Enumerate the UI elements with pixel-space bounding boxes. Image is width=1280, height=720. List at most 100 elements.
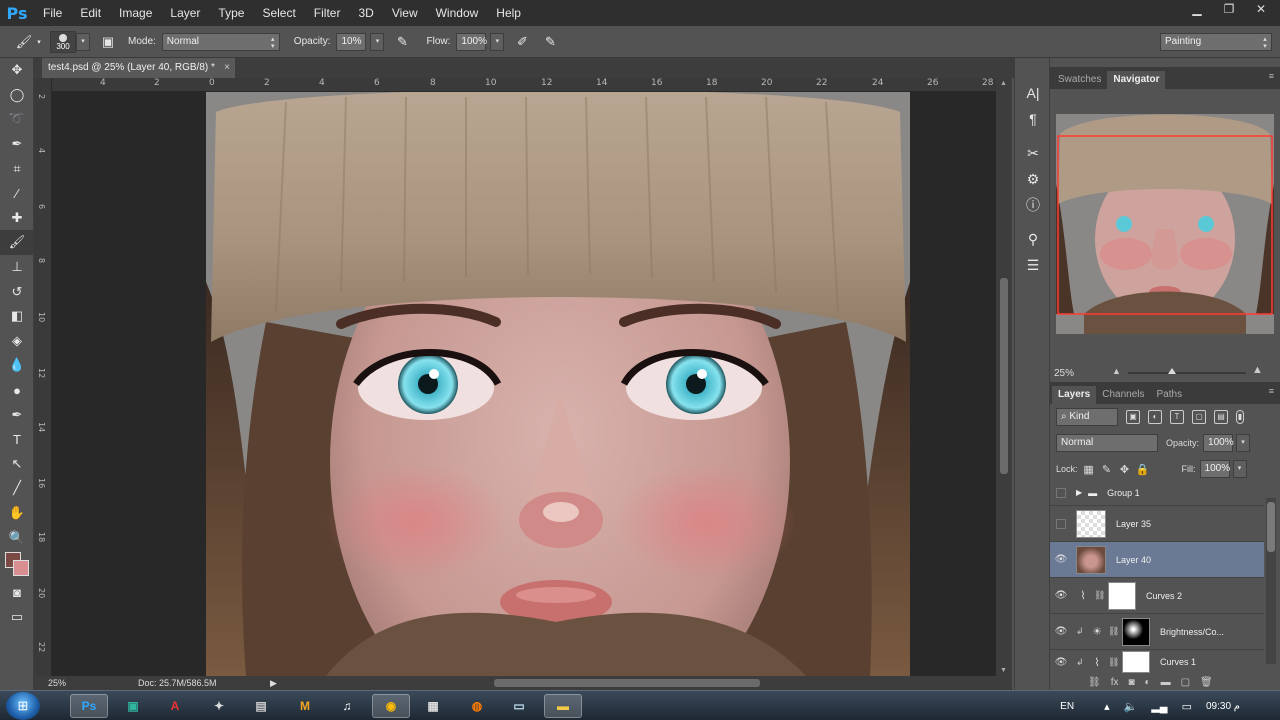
menu-filter[interactable]: Filter <box>305 0 350 26</box>
brush-size-dropdown-icon[interactable]: ▾ <box>76 32 90 51</box>
hand-tool-icon[interactable]: ✋ <box>0 501 34 526</box>
zoom-in-icon[interactable]: ▲ <box>1252 364 1263 376</box>
flow-dropdown-icon[interactable]: ▾ <box>490 32 505 51</box>
layer-opacity-input[interactable]: 100% <box>1203 434 1234 452</box>
type-filter-icon[interactable]: T <box>1170 410 1184 424</box>
clock[interactable]: 09:30 م <box>1206 701 1240 712</box>
history-brush-tool-icon[interactable]: ↺ <box>0 279 34 304</box>
eye-icon[interactable]: 👁 <box>1050 590 1072 601</box>
restore-button[interactable]: ❐ <box>1216 0 1242 18</box>
panel-menu-icon[interactable]: ≡ <box>1269 71 1274 81</box>
lasso-tool-icon[interactable]: ➰ <box>0 107 34 132</box>
taskbar-app-teal-icon[interactable]: ▣ <box>114 694 152 718</box>
pressure-opacity-icon[interactable]: ✎ <box>392 32 412 52</box>
path-selection-tool-icon[interactable]: ↖ <box>0 452 34 477</box>
new-adjustment-icon[interactable]: ◐ <box>1145 677 1151 688</box>
taskbar-app-compass-icon[interactable]: ✦ <box>200 694 238 718</box>
new-layer-icon[interactable]: ▢ <box>1181 677 1190 688</box>
pixel-filter-icon[interactable]: ▣ <box>1126 410 1140 424</box>
link-layers-icon[interactable]: ⛓ <box>1088 677 1101 688</box>
menu-edit[interactable]: Edit <box>71 0 110 26</box>
eye-icon[interactable]: 👁 <box>1050 554 1072 565</box>
start-button[interactable]: ⊞ <box>6 692 40 720</box>
airbrush-icon[interactable]: ✐ <box>512 32 532 52</box>
type-tool-icon[interactable]: T <box>0 427 34 452</box>
taskbar-app-monitor-icon[interactable]: ▭ <box>500 694 538 718</box>
tab-navigator[interactable]: Navigator <box>1107 71 1166 89</box>
navigator-thumbnail[interactable] <box>1056 114 1274 334</box>
visibility-toggle-empty[interactable] <box>1056 518 1066 529</box>
tool-presets-icon[interactable]: ✂ <box>1015 140 1051 166</box>
layers-scrollbar[interactable] <box>1266 498 1276 664</box>
lock-pixels-icon[interactable]: ✎ <box>1100 463 1114 476</box>
menu-layer[interactable]: Layer <box>161 0 209 26</box>
taskbar-firefox-icon[interactable]: ◍ <box>458 694 496 718</box>
taskbar-photoshop[interactable]: Ps <box>70 694 108 718</box>
menu-help[interactable]: Help <box>487 0 530 26</box>
brush-tool-icon[interactable]: 🖌 <box>14 32 34 52</box>
adjustments-panel-icon[interactable]: ☰ <box>1015 252 1051 278</box>
horizontal-ruler[interactable]: 4 2 0 2 4 6 8 10 12 14 16 18 20 22 24 26 28 <box>52 78 996 92</box>
clone-stamp-tool-icon[interactable]: ⊥ <box>0 255 34 280</box>
eyedropper-tool-icon[interactable]: ⁄ <box>0 181 34 206</box>
eraser-tool-icon[interactable]: ◧ <box>0 304 34 329</box>
new-group-icon[interactable]: ▬ <box>1161 677 1171 688</box>
status-menu-arrow-icon[interactable]: ▶ <box>270 678 277 689</box>
flow-input[interactable]: 100% <box>456 32 487 51</box>
document-tab[interactable]: test4.psd @ 25% (Layer 40, RGB/8) * × <box>42 58 235 78</box>
taskbar-explorer-icon[interactable]: ▬ <box>544 694 582 718</box>
menu-view[interactable]: View <box>383 0 427 26</box>
eye-icon[interactable]: 👁 <box>1050 626 1072 637</box>
menu-select[interactable]: Select <box>253 0 304 26</box>
layer-row-curves-1[interactable]: 👁 ↲ ⌇ ⛓ Curves 1 <box>1050 650 1264 674</box>
lock-all-icon[interactable]: 🔒 <box>1136 463 1150 476</box>
tab-paths[interactable]: Paths <box>1151 386 1189 404</box>
close-document-icon[interactable]: × <box>224 58 230 78</box>
layer-row-group-1[interactable]: ▶ ▬ Group 1 <box>1050 480 1264 506</box>
crop-tool-icon[interactable]: ⌗ <box>0 156 34 181</box>
fill-dropdown-icon[interactable]: ▾ <box>1232 460 1247 478</box>
navigator-zoom-slider[interactable] <box>1128 368 1246 374</box>
taskbar-chrome-icon[interactable]: ◉ <box>372 694 410 718</box>
language-indicator[interactable]: EN <box>1060 701 1074 712</box>
canvas-artwork[interactable] <box>206 92 910 676</box>
layer-row-layer-40[interactable]: 👁 Layer 40 <box>1050 542 1264 578</box>
status-zoom[interactable]: 25% <box>34 678 80 688</box>
blend-mode-select[interactable]: Normal <box>1056 434 1158 452</box>
layer-filter-select[interactable]: ⌕ Kind <box>1056 408 1118 426</box>
move-tool-icon[interactable]: ✥ <box>0 58 34 83</box>
layers-panel-menu-icon[interactable]: ≡ <box>1269 386 1274 396</box>
brush-size-picker[interactable]: 300 <box>50 30 76 53</box>
taskbar-app-m[interactable]: M <box>286 694 324 718</box>
taskbar-media-icon[interactable]: ♫ <box>328 694 366 718</box>
close-button[interactable]: ✕ <box>1248 0 1274 18</box>
opacity-dropdown-icon[interactable]: ▾ <box>370 32 385 51</box>
brush-presets-icon[interactable]: ⚲ <box>1015 226 1051 252</box>
shape-filter-icon[interactable]: ▢ <box>1192 410 1206 424</box>
layer-style-icon[interactable]: fx <box>1111 677 1119 688</box>
battery-icon[interactable]: ▭ <box>1182 700 1192 713</box>
adjustment-filter-icon[interactable]: ◐ <box>1148 410 1162 424</box>
vertical-scroll-thumb[interactable] <box>1000 278 1008 474</box>
workspace-select[interactable]: Painting <box>1160 33 1272 51</box>
brush-tool-icon[interactable]: 🖌 <box>0 230 34 255</box>
screen-mode-icon[interactable]: ▭ <box>0 604 34 629</box>
visibility-toggle-empty[interactable] <box>1056 487 1066 498</box>
taskbar-acrobat[interactable]: A <box>156 694 194 718</box>
healing-brush-tool-icon[interactable]: ✚ <box>0 206 34 231</box>
add-mask-icon[interactable]: ◙ <box>1128 677 1134 688</box>
tool-preset-dropdown-icon[interactable]: ▾ <box>34 32 44 52</box>
taskbar-app-gray-icon[interactable]: ▤ <box>242 694 280 718</box>
scroll-down-arrow-icon[interactable]: ▼ <box>1000 667 1007 674</box>
layers-scroll-thumb[interactable] <box>1267 502 1275 552</box>
taskbar-app-calc-icon[interactable]: ▦ <box>414 694 452 718</box>
vertical-ruler[interactable]: 2 4 6 8 10 12 14 16 18 20 22 <box>34 78 52 676</box>
volume-icon[interactable]: 🔈 <box>1124 700 1138 713</box>
menu-window[interactable]: Window <box>427 0 488 26</box>
dodge-tool-icon[interactable]: ● <box>0 378 34 403</box>
tab-swatches[interactable]: Swatches <box>1052 71 1107 89</box>
tab-layers[interactable]: Layers <box>1052 386 1097 404</box>
info-panel-icon[interactable]: ⓘ <box>1015 192 1051 218</box>
scroll-up-arrow-icon[interactable]: ▲ <box>1000 80 1007 87</box>
quick-select-tool-icon[interactable]: ✒ <box>0 132 34 157</box>
